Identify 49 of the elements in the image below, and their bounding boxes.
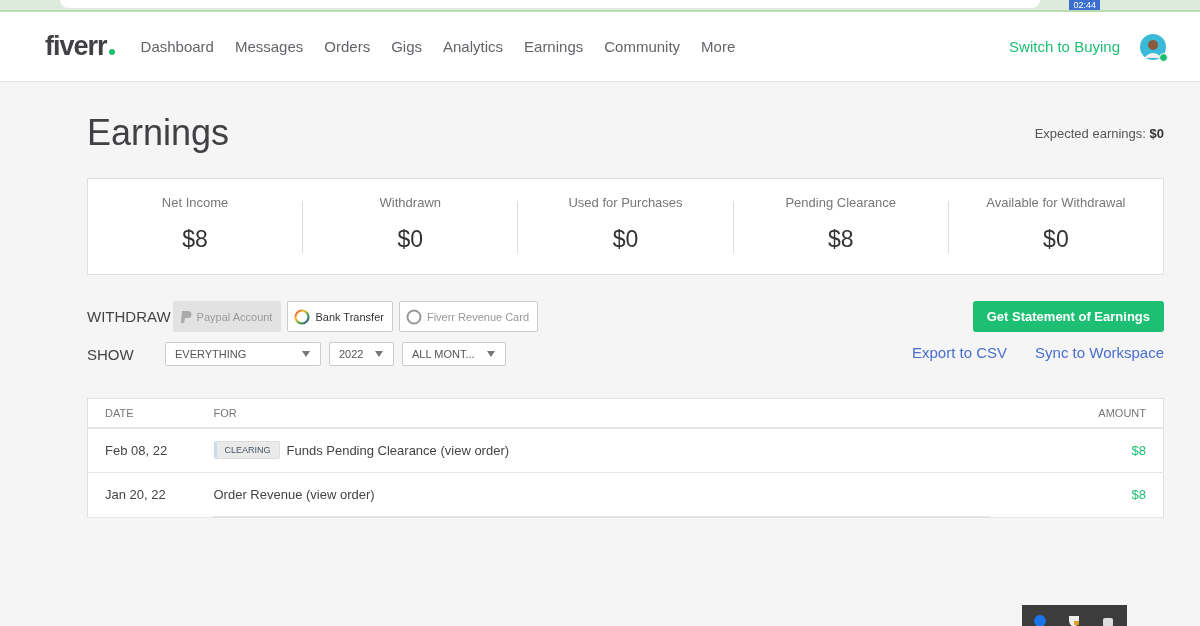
caret-icon bbox=[375, 351, 383, 357]
stat-value: $8 bbox=[826, 225, 855, 253]
logo[interactable]: fiverr bbox=[45, 31, 115, 62]
nav-link[interactable]: Community bbox=[604, 38, 681, 55]
status-tag: CLEARING bbox=[213, 441, 280, 459]
ring-icon bbox=[294, 308, 311, 325]
column-header: AMOUNT bbox=[990, 398, 1164, 428]
description-text: Funds Pending Clearance (view order) bbox=[286, 442, 510, 458]
stat-label: Pending Clearance bbox=[784, 194, 897, 210]
clock: 02:44 bbox=[1069, 0, 1100, 10]
nav-link[interactable]: More bbox=[701, 38, 736, 55]
avatar[interactable] bbox=[1140, 33, 1166, 60]
nav-link[interactable]: Analytics bbox=[443, 38, 504, 55]
dropdown[interactable]: ALL MONT... bbox=[402, 342, 506, 366]
stat-label: Withdrawn bbox=[378, 194, 442, 210]
date-cell: Jan 20, 22 bbox=[87, 472, 213, 517]
stat-value: $0 bbox=[1042, 225, 1070, 253]
caret-icon bbox=[487, 351, 495, 357]
column-header: FOR bbox=[212, 398, 991, 428]
stat-label: Available for Withdrawal bbox=[985, 194, 1127, 210]
nav-link[interactable]: Orders bbox=[324, 38, 371, 55]
nav-link[interactable]: Dashboard bbox=[140, 38, 214, 55]
nav-link[interactable]: Messages bbox=[234, 38, 304, 55]
dropdown[interactable]: 2022 bbox=[329, 342, 394, 366]
caret-icon bbox=[302, 351, 310, 357]
show-label: SHOW bbox=[87, 345, 135, 363]
column-header: DATE bbox=[87, 398, 213, 428]
description-text: Order Revenue (view order) bbox=[213, 486, 375, 502]
stat-value: $0 bbox=[396, 225, 425, 253]
stat-value: $0 bbox=[611, 225, 640, 253]
action-link[interactable]: Sync to Workspace bbox=[1035, 344, 1164, 361]
paypal-icon bbox=[179, 309, 192, 324]
date-cell: Feb 08, 22 bbox=[87, 427, 213, 473]
amount-cell: $8 bbox=[990, 427, 1164, 473]
stat-value: $8 bbox=[181, 225, 209, 253]
withdraw-method-button[interactable]: Bank Transfer bbox=[287, 301, 393, 332]
drive-icon[interactable] bbox=[1102, 615, 1114, 626]
stat-label: Net Income bbox=[160, 194, 230, 210]
action-link[interactable]: Export to CSV bbox=[912, 344, 1008, 361]
amount-cell: $8 bbox=[990, 472, 1164, 517]
withdraw-label: WITHDRAW bbox=[87, 308, 171, 325]
nav-link[interactable]: Earnings bbox=[524, 38, 584, 55]
page-title: Earnings bbox=[87, 112, 230, 154]
shield-icon[interactable] bbox=[1068, 615, 1080, 626]
expected-earnings: Expected earnings: $0 bbox=[1034, 125, 1164, 141]
nav-link[interactable]: Gigs bbox=[391, 38, 422, 55]
dropdown[interactable]: EVERYTHING bbox=[165, 342, 321, 366]
stat-label: Used for Purchases bbox=[567, 194, 684, 210]
ring-icon bbox=[405, 308, 422, 325]
